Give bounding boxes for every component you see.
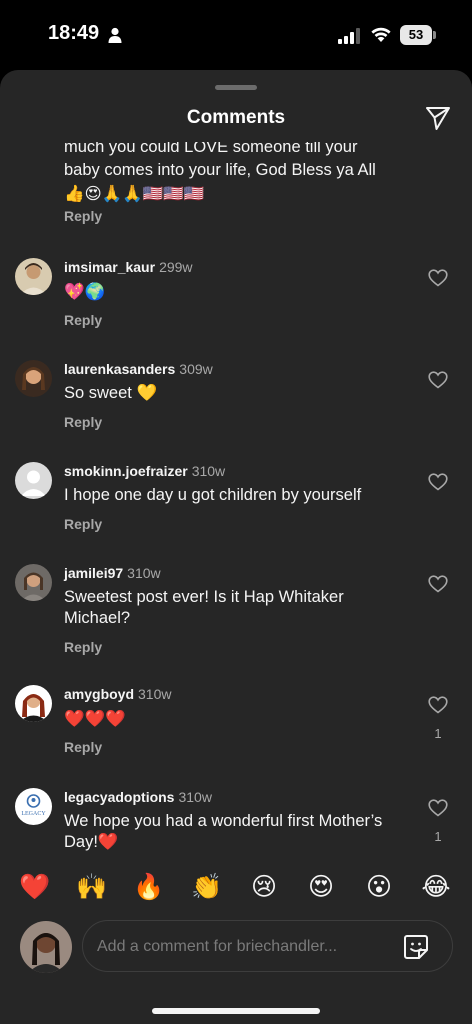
emoji-heart-eyes-button[interactable]: 😍	[304, 870, 338, 904]
avatar[interactable]: LEGACY	[15, 788, 52, 825]
emoji-raised-hands-button[interactable]: 🙌	[75, 870, 109, 904]
comment-body: legacyadoptions 310w We hope you had a wo…	[64, 788, 414, 852]
sheet-header: Comments	[0, 94, 472, 142]
comment-text-line: baby comes into your life, God Bless ya …	[64, 161, 376, 179]
avatar[interactable]	[15, 685, 52, 722]
comment-text: So sweet 💛	[64, 384, 157, 402]
wifi-icon	[371, 27, 391, 42]
home-indicator[interactable]	[152, 1008, 320, 1014]
reply-button[interactable]: Reply	[64, 516, 414, 532]
comment-input-container[interactable]	[82, 920, 453, 972]
heart-like-icon[interactable]	[428, 473, 448, 491]
default-avatar[interactable]	[15, 462, 52, 499]
comment-username[interactable]: amygboyd	[64, 686, 134, 702]
emoji-heart-button[interactable]: ❤️	[18, 870, 52, 904]
comment-body: laurenkasanders 309w So sweet 💛 Reply	[64, 360, 414, 430]
heart-like-icon[interactable]	[428, 575, 448, 593]
comment-timestamp: 309w	[179, 361, 213, 377]
comment-body: jamilei97 310w Sweetest post ever! Is it …	[64, 564, 414, 655]
emoji-fire-button[interactable]: 🔥	[132, 870, 166, 904]
comment-emoji-line: 👍😍🙏🙏🇺🇸🇺🇸🇺🇸	[64, 184, 205, 203]
comments-sheet: Comments much you could LOVE someone til…	[0, 70, 472, 1024]
comment-timestamp: 310w	[191, 463, 226, 479]
quick-emoji-bar: ❤️ 🙌 🔥 👏 😢 😍 😮 😂	[0, 860, 472, 910]
comment-text: ❤️❤️❤️	[64, 709, 126, 728]
heart-like-icon[interactable]	[428, 269, 448, 287]
heart-like-icon[interactable]	[428, 696, 448, 714]
comment-body: smokinn.joefraizer 310w I hope one day u …	[64, 462, 414, 532]
comment-username[interactable]: imsimar_kaur	[64, 259, 155, 275]
page-title: Comments	[186, 107, 286, 128]
comment-username[interactable]: smokinn.joefraizer	[64, 463, 188, 479]
status-bar: 18:49 53	[0, 0, 472, 70]
comment-composer	[0, 918, 472, 978]
cellular-signal-icon	[338, 28, 360, 44]
emoji-surprised-button[interactable]: 😮	[362, 870, 396, 904]
avatar[interactable]	[15, 360, 52, 397]
my-avatar	[20, 921, 72, 973]
reply-button[interactable]: Reply	[64, 639, 414, 655]
comment-username[interactable]: laurenkasanders	[64, 361, 175, 377]
comment-text: Sweetest post ever! Is it Hap Whitaker M…	[64, 588, 344, 627]
status-time: 18:49	[48, 22, 100, 44]
legacy-logo-text: LEGACY	[21, 811, 46, 817]
reply-button[interactable]: Reply	[64, 739, 414, 755]
heart-like-icon[interactable]	[428, 799, 448, 817]
sticker-icon[interactable]	[402, 933, 430, 961]
comment-timestamp: 310w	[138, 686, 172, 702]
comment-body: amygboyd 310w ❤️❤️❤️ Reply	[64, 685, 414, 755]
battery-indicator: 53	[400, 25, 432, 45]
heart-like-icon[interactable]	[428, 371, 448, 389]
like-count: 1	[434, 829, 442, 844]
comment-text: We hope you had a wonderful first Mother…	[64, 812, 383, 851]
person-icon	[108, 27, 122, 43]
comment-timestamp: 310w	[178, 789, 212, 805]
comment-username[interactable]: legacyadoptions	[64, 789, 174, 805]
emoji-crying-button[interactable]: 😢	[247, 870, 281, 904]
emoji-clap-button[interactable]: 👏	[190, 870, 224, 904]
comments-list[interactable]: much you could LOVE someone till your ba…	[0, 142, 472, 852]
comment-timestamp: 310w	[127, 565, 161, 581]
like-count: 1	[434, 726, 442, 741]
reply-button[interactable]: Reply	[64, 208, 102, 224]
reply-button[interactable]: Reply	[64, 414, 414, 430]
comment-body: imsimar_kaur 299w 💖🌍 Reply	[64, 258, 414, 328]
reply-button[interactable]: Reply	[64, 312, 414, 328]
comment-text-line: much you could LOVE someone till your	[64, 142, 358, 156]
avatar[interactable]	[15, 564, 52, 601]
sheet-grabber[interactable]	[215, 85, 257, 90]
comment-text: 💖🌍	[64, 282, 106, 301]
share-send-icon[interactable]	[424, 104, 452, 132]
comment-timestamp: 299w	[159, 259, 193, 275]
avatar[interactable]	[15, 258, 52, 295]
battery-nub	[433, 31, 436, 39]
comment-text: I hope one day u got children by yoursel…	[64, 486, 362, 504]
emoji-laughing-button[interactable]: 😂	[419, 870, 453, 904]
comment-input[interactable]	[97, 934, 387, 960]
comment-username[interactable]: jamilei97	[64, 565, 123, 581]
comment-text-partial: much you could LOVE someone till your ba…	[64, 142, 424, 205]
